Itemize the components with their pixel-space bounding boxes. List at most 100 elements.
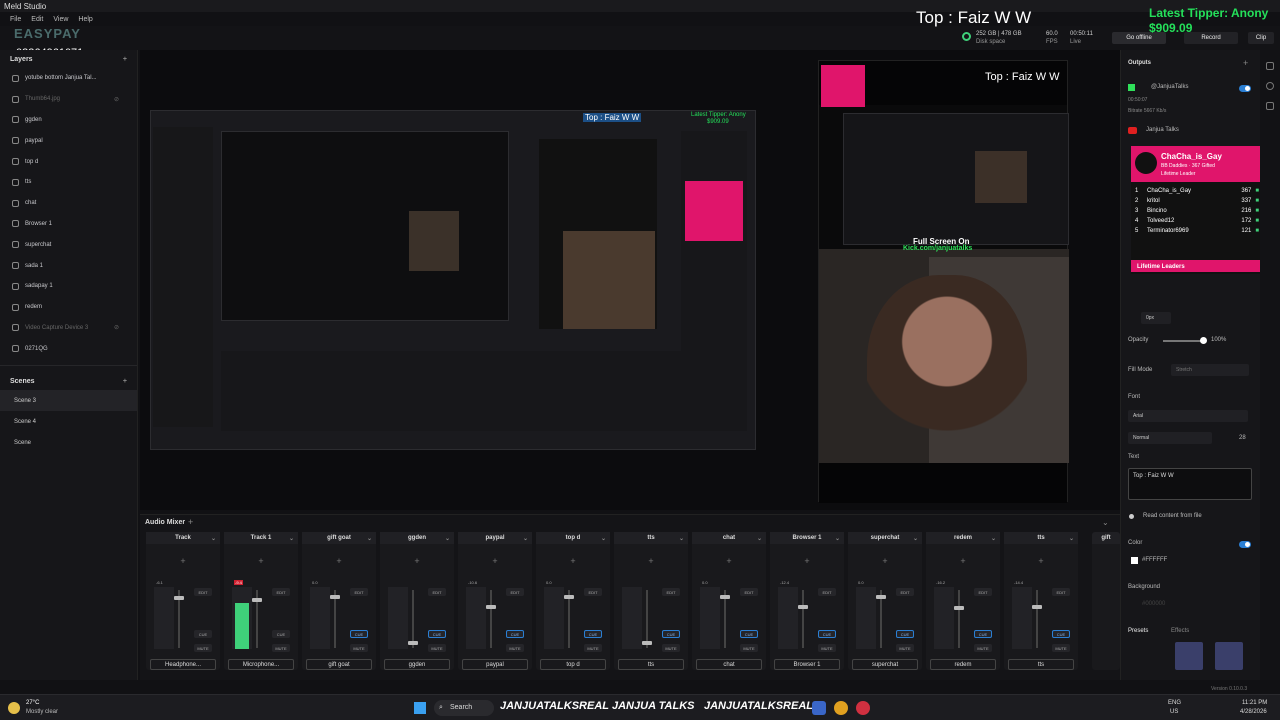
audio-source-select[interactable]: superchat (852, 659, 918, 670)
volume-fader-track[interactable] (1036, 590, 1038, 648)
toolbar-icon-2[interactable] (1266, 82, 1274, 90)
audio-source-select[interactable]: tts (1008, 659, 1074, 670)
cue-button[interactable]: CUE (350, 630, 368, 638)
strip-header[interactable]: tts ⌄ (614, 532, 688, 544)
cue-button[interactable]: CUE (1052, 630, 1070, 638)
hidden-eye-icon[interactable]: ⊘ (114, 324, 119, 331)
add-filter-icon[interactable]: + (380, 556, 454, 566)
clock-time[interactable]: 11:21 PM (1242, 700, 1267, 706)
add-filter-icon[interactable]: + (692, 556, 766, 566)
menu-file[interactable]: File (10, 16, 21, 23)
layer-item[interactable]: yotube bottom Janjua Tal... (0, 68, 137, 89)
cue-button[interactable]: CUE (428, 630, 446, 638)
strip-header[interactable]: ggden ⌄ (380, 532, 454, 544)
add-filter-icon[interactable]: + (770, 556, 844, 566)
color-toggle[interactable] (1239, 541, 1251, 548)
toolbar-icon-3[interactable] (1266, 102, 1274, 110)
font-size-value[interactable]: 28 (1239, 435, 1246, 441)
strip-header[interactable]: superchat ⌄ (848, 532, 922, 544)
volume-fader-track[interactable] (412, 590, 414, 648)
edit-button[interactable]: EDIT (194, 588, 212, 596)
volume-fader-knob[interactable] (876, 595, 886, 600)
layer-item[interactable]: Browser 1 (0, 214, 137, 235)
chrome-icon[interactable] (834, 701, 848, 715)
add-filter-icon[interactable]: + (926, 556, 1000, 566)
scene-item[interactable]: Scene 4 (0, 411, 137, 432)
mute-button[interactable]: MUTE (584, 644, 602, 652)
chevron-down-icon[interactable]: ⌄ (211, 535, 216, 542)
clock-date[interactable]: 4/28/2026 (1240, 709, 1267, 715)
edit-button[interactable]: EDIT (896, 588, 914, 596)
audio-source-select[interactable]: Headphone... (150, 659, 216, 670)
mute-button[interactable]: MUTE (740, 644, 758, 652)
color-value[interactable]: #FFFFFF (1142, 557, 1167, 563)
add-layer-icon[interactable]: + (123, 56, 127, 63)
audio-source-select[interactable]: Microphone... (228, 659, 294, 670)
edit-button[interactable]: EDIT (506, 588, 524, 596)
audio-source-select[interactable]: chat (696, 659, 762, 670)
taskbar-app-icon-1[interactable] (812, 701, 826, 715)
strip-header[interactable]: redem ⌄ (926, 532, 1000, 544)
studio-preview-left[interactable]: Top : Faiz W W Latest Tipper: Anony $909… (150, 110, 756, 450)
edit-button[interactable]: EDIT (1052, 588, 1070, 596)
effects-tab[interactable]: Effects (1171, 628, 1189, 634)
preset-thumb-1[interactable] (1175, 642, 1203, 670)
add-filter-icon[interactable]: + (224, 556, 298, 566)
mute-button[interactable]: MUTE (1052, 644, 1070, 652)
edit-button[interactable]: EDIT (662, 588, 680, 596)
preview-canvas[interactable]: Top : Faiz W W Latest Tipper: Anony $909… (140, 50, 1120, 510)
volume-fader-track[interactable] (802, 590, 804, 648)
add-filter-icon[interactable]: + (302, 556, 376, 566)
scene-item[interactable]: Scene 3 (0, 390, 137, 412)
audio-source-select[interactable]: top d (540, 659, 606, 670)
layer-item[interactable]: superchat (0, 234, 137, 255)
layer-item[interactable]: tts (0, 172, 137, 193)
chevron-down-icon[interactable]: ⌄ (289, 535, 294, 542)
mute-button[interactable]: MUTE (506, 644, 524, 652)
layer-item[interactable]: redem (0, 297, 137, 318)
add-output-icon[interactable]: + (1243, 58, 1248, 68)
opacity-slider[interactable] (1163, 340, 1203, 342)
mute-button[interactable]: MUTE (662, 644, 680, 652)
add-filter-icon[interactable]: + (458, 556, 532, 566)
mute-button[interactable]: MUTE (818, 644, 836, 652)
chevron-down-icon[interactable]: ⌄ (991, 535, 996, 542)
volume-fader-knob[interactable] (642, 641, 652, 646)
volume-fader-track[interactable] (490, 590, 492, 648)
chevron-down-icon[interactable]: ⌄ (679, 535, 684, 542)
cue-button[interactable]: CUE (194, 630, 212, 638)
clip-button[interactable]: Clip (1248, 32, 1274, 44)
volume-fader-knob[interactable] (486, 605, 496, 610)
layer-item[interactable]: Video Capture Device 3 ⊘ (0, 318, 137, 339)
opacity-slider-thumb[interactable] (1200, 337, 1207, 344)
add-filter-icon[interactable]: + (614, 556, 688, 566)
chevron-down-icon[interactable]: ⌄ (757, 535, 762, 542)
chevron-down-icon[interactable]: ⌄ (601, 535, 606, 542)
add-filter-icon[interactable]: + (536, 556, 610, 566)
presets-tab[interactable]: Presets (1128, 628, 1148, 634)
cue-button[interactable]: CUE (740, 630, 758, 638)
strip-header[interactable]: top d ⌄ (536, 532, 610, 544)
lang-label[interactable]: ENG (1168, 700, 1181, 706)
edit-button[interactable]: EDIT (818, 588, 836, 596)
strip-header[interactable]: Browser 1 ⌄ (770, 532, 844, 544)
strip-header[interactable]: paypal ⌄ (458, 532, 532, 544)
edit-button[interactable]: EDIT (272, 588, 290, 596)
fill-mode-select[interactable]: Stretch (1171, 364, 1249, 376)
mute-button[interactable]: MUTE (974, 644, 992, 652)
mute-button[interactable]: MUTE (194, 644, 212, 652)
edit-button[interactable]: EDIT (740, 588, 758, 596)
font-weight-select[interactable]: Normal (1128, 432, 1212, 444)
edit-button[interactable]: EDIT (974, 588, 992, 596)
cue-button[interactable]: CUE (506, 630, 524, 638)
menu-edit[interactable]: Edit (31, 16, 43, 23)
add-filter-icon[interactable]: + (1004, 556, 1078, 566)
volume-fader-knob[interactable] (564, 595, 574, 600)
font-select[interactable]: Arial (1128, 410, 1248, 422)
layer-item[interactable]: 0271QG (0, 338, 137, 359)
color-swatch[interactable] (1131, 557, 1138, 564)
volume-fader-knob[interactable] (954, 606, 964, 611)
preset-thumb-2[interactable] (1215, 642, 1243, 670)
add-filter-icon[interactable]: + (146, 556, 220, 566)
add-mixer-icon[interactable]: + (188, 517, 193, 527)
